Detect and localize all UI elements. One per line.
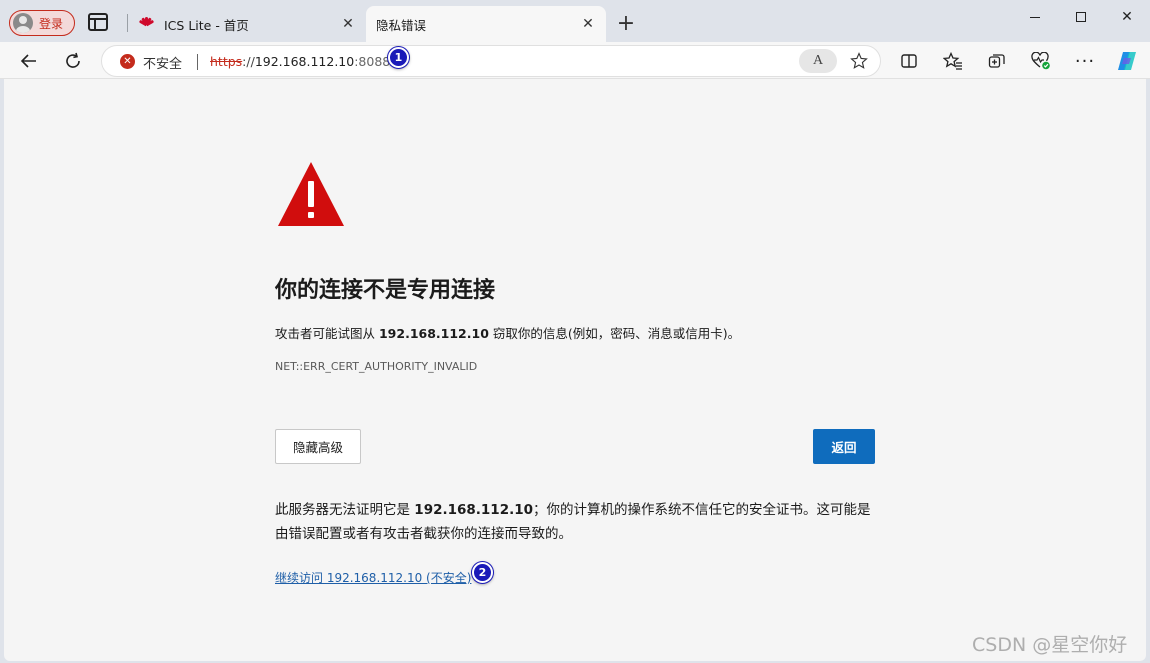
- minimize-button[interactable]: [1012, 3, 1058, 31]
- browser-essentials-button[interactable]: [1027, 47, 1055, 75]
- url-scheme: https: [210, 54, 243, 69]
- maximize-button[interactable]: [1058, 3, 1104, 31]
- favorites-button[interactable]: [939, 47, 967, 75]
- maximize-icon: [1076, 12, 1086, 22]
- annotation-marker-2: 2: [472, 562, 493, 583]
- description-text: 窃取你的信息(例如，密码、消息或信用卡)。: [488, 326, 741, 341]
- star-icon: [850, 52, 868, 69]
- watermark: CSDN @星空你好: [972, 634, 1128, 656]
- explanation-host: 192.168.112.10: [414, 502, 534, 518]
- back-to-safety-button[interactable]: 返回: [813, 429, 875, 464]
- copilot-icon: [1118, 52, 1136, 70]
- tab-strip: 登录 ICS Lite - 首页 ✕ 隐私错误 ✕ + ✕: [0, 0, 1150, 42]
- profile-label: 登录: [39, 16, 64, 31]
- url-text[interactable]: https://192.168.112.10:8088: [210, 54, 390, 69]
- read-aloud-icon: A: [812, 53, 824, 68]
- description-text: 攻击者可能试图从: [275, 326, 379, 341]
- tab-close-icon[interactable]: ✕: [338, 14, 358, 34]
- collections-button[interactable]: [983, 47, 1011, 75]
- not-secure-label[interactable]: 不安全: [143, 53, 182, 72]
- profile-button[interactable]: 登录: [9, 10, 75, 36]
- add-favorite-button[interactable]: [847, 49, 871, 73]
- warning-triangle-icon: [278, 162, 344, 226]
- advanced-explanation: 此服务器无法证明它是 192.168.112.10；你的计算机的操作系统不信任它…: [275, 498, 875, 546]
- back-button[interactable]: [15, 47, 43, 75]
- huawei-logo-icon: [138, 16, 155, 32]
- collections-icon: [988, 54, 1005, 68]
- split-screen-button[interactable]: [895, 47, 923, 75]
- tab-title: 隐私错误: [376, 17, 427, 33]
- favorites-icon: [943, 52, 962, 70]
- heart-pulse-icon: [1031, 52, 1050, 70]
- annotation-marker-1: 1: [388, 47, 409, 68]
- tab-actions-menu-icon[interactable]: [88, 13, 108, 31]
- url-host: 192.168.112.10: [254, 54, 355, 69]
- tab-separator: [127, 14, 128, 32]
- tab-title: ICS Lite - 首页: [164, 17, 249, 33]
- tab-privacy-error[interactable]: 隐私错误 ✕: [366, 6, 606, 42]
- error-page: 你的连接不是专用连接 攻击者可能试图从 192.168.112.10 窃取你的信…: [4, 79, 1146, 661]
- url-port: :8088: [354, 54, 391, 69]
- hide-advanced-button[interactable]: 隐藏高级: [275, 429, 361, 464]
- error-heading: 你的连接不是专用连接: [275, 278, 496, 303]
- not-secure-icon[interactable]: ✕: [120, 54, 135, 69]
- read-aloud-button[interactable]: A: [799, 49, 837, 73]
- url-separator: ://: [242, 54, 255, 69]
- refresh-button[interactable]: [59, 47, 87, 75]
- avatar-icon: [13, 13, 33, 33]
- arrow-left-icon: [20, 54, 36, 68]
- more-menu-button[interactable]: ···: [1071, 47, 1099, 75]
- tab-close-icon[interactable]: ✕: [578, 14, 598, 34]
- new-tab-button[interactable]: +: [614, 11, 638, 36]
- error-code: NET::ERR_CERT_AUTHORITY_INVALID: [275, 360, 478, 373]
- copilot-button[interactable]: [1113, 47, 1141, 75]
- window-close-button[interactable]: ✕: [1104, 3, 1150, 31]
- proceed-unsafe-link[interactable]: 继续访问 192.168.112.10 (不安全): [275, 569, 471, 586]
- tab-ics-lite[interactable]: ICS Lite - 首页 ✕: [130, 6, 366, 42]
- explanation-text: 此服务器无法证明它是: [275, 502, 415, 518]
- refresh-icon: [66, 52, 80, 68]
- minimize-icon: [1030, 16, 1040, 18]
- close-icon: ✕: [1121, 9, 1133, 25]
- error-description: 攻击者可能试图从 192.168.112.10 窃取你的信息(例如，密码、消息或…: [275, 323, 740, 342]
- split-screen-icon: [901, 54, 917, 68]
- browser-toolbar: ✕ 不安全 https://192.168.112.10:8088 A ···: [0, 42, 1150, 79]
- url-divider: [197, 54, 198, 70]
- address-bar[interactable]: ✕ 不安全 https://192.168.112.10:8088 A: [101, 45, 881, 77]
- description-host: 192.168.112.10: [378, 326, 489, 341]
